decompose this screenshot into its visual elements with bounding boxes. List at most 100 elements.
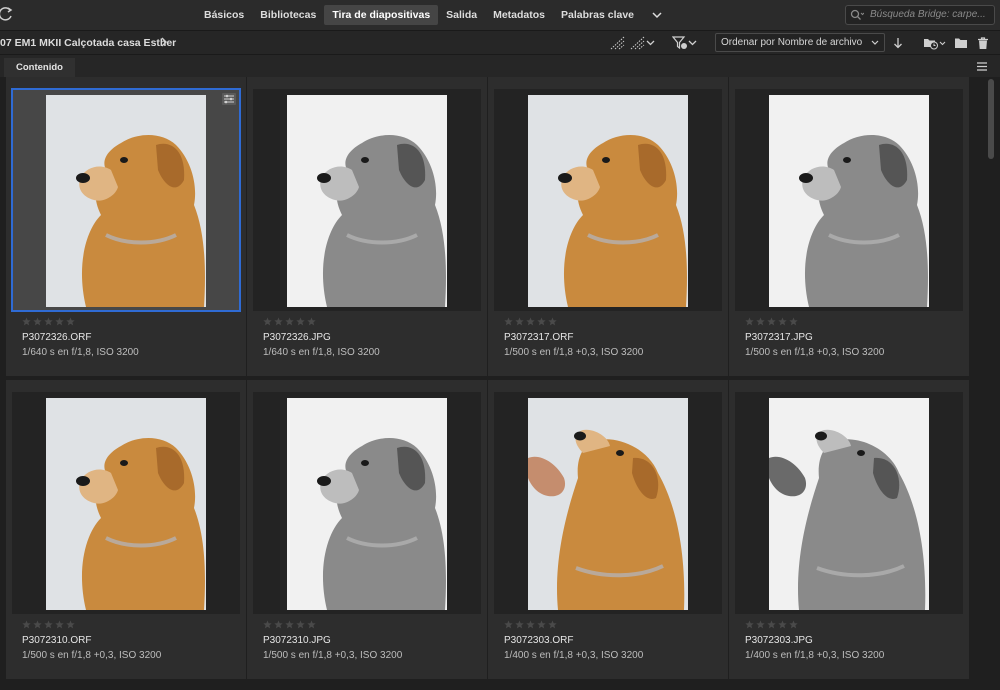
star-icon[interactable] [44, 620, 53, 629]
thumbnail-cell[interactable]: P3072326.ORF 1/640 s en f/1,8, ISO 3200 [6, 77, 246, 376]
workspace-tab-basicos[interactable]: Básicos [196, 5, 252, 25]
panel-menu-icon[interactable] [976, 62, 988, 71]
workspace-tab-metadatos[interactable]: Metadatos [485, 5, 553, 25]
refresh-icon[interactable] [0, 6, 14, 22]
thumbnail-frame[interactable] [494, 89, 722, 311]
star-rating[interactable] [263, 620, 316, 630]
star-icon[interactable] [285, 620, 294, 629]
chevron-right-icon[interactable] [160, 37, 168, 47]
star-icon[interactable] [515, 620, 524, 629]
thumbnail-cell[interactable]: P3072317.JPG 1/500 s en f/1,8 +0,3, ISO 3… [729, 77, 969, 376]
star-icon[interactable] [767, 317, 776, 326]
thumbnail-image[interactable] [46, 398, 206, 610]
star-icon[interactable] [778, 620, 787, 629]
thumbnail-image[interactable] [528, 95, 688, 307]
new-folder-button[interactable] [954, 35, 968, 51]
file-name[interactable]: P3072326.ORF [22, 332, 92, 343]
star-rating[interactable] [504, 620, 557, 630]
star-icon[interactable] [307, 620, 316, 629]
thumbnail-cell[interactable]: P3072326.JPG 1/640 s en f/1,8, ISO 3200 [247, 77, 487, 376]
star-icon[interactable] [66, 620, 75, 629]
sort-direction-button[interactable] [893, 35, 903, 51]
star-rating[interactable] [745, 620, 798, 630]
star-icon[interactable] [789, 620, 798, 629]
thumbnail-image[interactable] [528, 398, 688, 610]
thumbnail-cell[interactable]: P3072310.ORF 1/500 s en f/1,8 +0,3, ISO 3… [6, 380, 246, 679]
star-icon[interactable] [285, 317, 294, 326]
quality-menu-button[interactable] [630, 35, 655, 51]
star-icon[interactable] [274, 317, 283, 326]
star-icon[interactable] [66, 317, 75, 326]
star-icon[interactable] [504, 317, 513, 326]
thumbnail-frame[interactable] [494, 392, 722, 614]
thumbnail-cell[interactable]: P3072303.JPG 1/400 s en f/1,8 +0,3, ISO 3… [729, 380, 969, 679]
star-rating[interactable] [504, 317, 557, 327]
star-icon[interactable] [263, 317, 272, 326]
star-icon[interactable] [504, 620, 513, 629]
file-name[interactable]: P3072310.JPG [263, 635, 331, 646]
star-rating[interactable] [22, 620, 75, 630]
thumbnail-frame[interactable] [253, 89, 481, 311]
thumbnail-frame[interactable] [253, 392, 481, 614]
star-icon[interactable] [745, 317, 754, 326]
filter-button[interactable] [672, 35, 697, 51]
sort-dropdown[interactable]: Ordenar por Nombre de archivo [715, 33, 885, 52]
tab-contenido[interactable]: Contenido [4, 58, 75, 78]
star-icon[interactable] [296, 620, 305, 629]
star-icon[interactable] [526, 620, 535, 629]
thumbnail-frame[interactable] [12, 392, 240, 614]
thumbnail-image[interactable] [46, 95, 206, 307]
star-rating[interactable] [22, 317, 75, 327]
star-icon[interactable] [307, 317, 316, 326]
thumbnail-image[interactable] [769, 398, 929, 610]
star-icon[interactable] [55, 317, 64, 326]
vertical-scrollbar[interactable] [985, 77, 997, 690]
workspace-tab-bibliotecas[interactable]: Bibliotecas [252, 5, 324, 25]
thumbnail-frame[interactable] [735, 89, 963, 311]
scrollbar-thumb[interactable] [988, 79, 994, 159]
file-name[interactable]: P3072310.ORF [22, 635, 92, 646]
star-icon[interactable] [526, 317, 535, 326]
thumbnail-frame[interactable] [735, 392, 963, 614]
file-name[interactable]: P3072303.ORF [504, 635, 574, 646]
breadcrumb[interactable]: 07 EM1 MKII Calçotada casa Esther [0, 37, 176, 49]
star-icon[interactable] [263, 620, 272, 629]
star-icon[interactable] [767, 620, 776, 629]
workspace-more-button[interactable] [646, 5, 668, 25]
star-icon[interactable] [22, 317, 31, 326]
star-icon[interactable] [274, 620, 283, 629]
star-icon[interactable] [55, 620, 64, 629]
file-name[interactable]: P3072326.JPG [263, 332, 331, 343]
star-icon[interactable] [756, 317, 765, 326]
thumbnail-image[interactable] [287, 95, 447, 307]
thumbnail-cell[interactable]: P3072317.ORF 1/500 s en f/1,8 +0,3, ISO 3… [488, 77, 728, 376]
thumbnail-frame[interactable] [11, 88, 241, 312]
star-rating[interactable] [263, 317, 316, 327]
workspace-tab-tira-de-diapositivas[interactable]: Tira de diapositivas [324, 5, 439, 25]
file-name[interactable]: P3072303.JPG [745, 635, 813, 646]
star-icon[interactable] [537, 317, 546, 326]
star-icon[interactable] [22, 620, 31, 629]
star-icon[interactable] [296, 317, 305, 326]
star-rating[interactable] [745, 317, 798, 327]
workspace-tab-salida[interactable]: Salida [438, 5, 485, 25]
star-icon[interactable] [33, 317, 42, 326]
star-icon[interactable] [515, 317, 524, 326]
delete-button[interactable] [977, 35, 989, 51]
thumbnail-image[interactable] [287, 398, 447, 610]
star-icon[interactable] [548, 317, 557, 326]
star-icon[interactable] [778, 317, 787, 326]
star-icon[interactable] [789, 317, 798, 326]
file-name[interactable]: P3072317.JPG [745, 332, 813, 343]
thumbnail-cell[interactable]: P3072303.ORF 1/400 s en f/1,8 +0,3, ISO 3… [488, 380, 728, 679]
star-icon[interactable] [756, 620, 765, 629]
star-icon[interactable] [33, 620, 42, 629]
star-icon[interactable] [745, 620, 754, 629]
thumbnail-cell[interactable]: P3072310.JPG 1/500 s en f/1,8 +0,3, ISO 3… [247, 380, 487, 679]
file-name[interactable]: P3072317.ORF [504, 332, 574, 343]
star-icon[interactable] [537, 620, 546, 629]
recent-folders-button[interactable] [923, 35, 946, 51]
star-icon[interactable] [548, 620, 557, 629]
workspace-tab-palabras-clave[interactable]: Palabras clave [553, 5, 642, 25]
star-icon[interactable] [44, 317, 53, 326]
